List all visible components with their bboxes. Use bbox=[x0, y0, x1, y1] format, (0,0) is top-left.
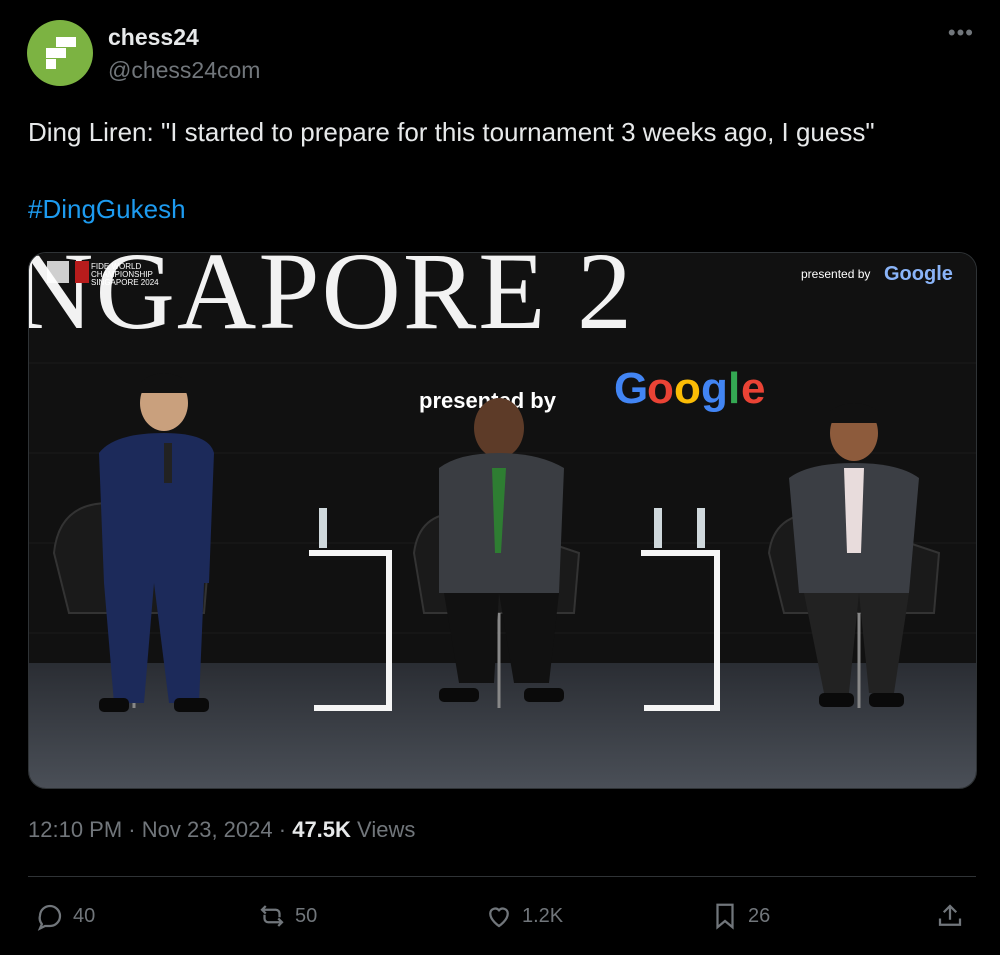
bookmark-icon bbox=[716, 903, 734, 930]
reply-button[interactable]: 40 bbox=[35, 898, 95, 934]
water-bottle bbox=[697, 508, 705, 548]
divider bbox=[28, 876, 976, 877]
svg-text:l: l bbox=[728, 364, 740, 413]
reply-icon bbox=[37, 904, 62, 931]
author-handle[interactable]: @chess24com bbox=[108, 57, 260, 84]
tweet-time[interactable]: 12:10 PM bbox=[28, 817, 122, 842]
tweet-text: Ding Liren: "I started to prepare for th… bbox=[28, 117, 875, 147]
corner-presented: presented by bbox=[801, 267, 870, 281]
fide-logo-icon bbox=[47, 261, 69, 283]
svg-text:o: o bbox=[674, 364, 701, 413]
bookmark-button[interactable]: 26 bbox=[710, 898, 770, 934]
like-button[interactable]: 1.2K bbox=[484, 898, 563, 934]
google-logo: G o o g l e bbox=[614, 364, 765, 413]
more-icon[interactable]: ••• bbox=[948, 20, 974, 46]
like-count: 1.2K bbox=[522, 904, 564, 927]
hashtag-link[interactable]: #DingGukesh bbox=[28, 194, 186, 225]
repost-button[interactable]: 50 bbox=[257, 898, 317, 934]
views-count: 47.5K bbox=[292, 817, 351, 842]
tweet-meta: 12:10 PM · Nov 23, 2024 · 47.5K Views bbox=[28, 817, 416, 842]
tweet-image[interactable]: NGAPORE 2 FIDE WORLD CHAMPIONSHIP SINGAP… bbox=[28, 252, 977, 789]
avatar[interactable] bbox=[27, 20, 93, 86]
svg-text:g: g bbox=[701, 364, 728, 413]
svg-text:G: G bbox=[614, 364, 648, 413]
like-icon bbox=[489, 907, 509, 928]
stage-photo: NGAPORE 2 FIDE WORLD CHAMPIONSHIP SINGAP… bbox=[29, 253, 976, 788]
singapore-logo-icon bbox=[75, 261, 89, 283]
repost-icon bbox=[260, 905, 284, 927]
tweet-date[interactable]: Nov 23, 2024 bbox=[142, 817, 273, 842]
svg-text:o: o bbox=[647, 364, 674, 413]
water-bottle bbox=[319, 508, 327, 548]
share-icon bbox=[938, 904, 962, 926]
corner-event-line3: SINGAPORE 2024 bbox=[91, 278, 159, 287]
corner-brand: Google bbox=[884, 263, 953, 285]
svg-text:e: e bbox=[741, 364, 765, 413]
chess24-logo-icon bbox=[46, 37, 76, 69]
water-bottle bbox=[654, 508, 662, 548]
share-button[interactable] bbox=[935, 898, 965, 934]
repost-count: 50 bbox=[295, 904, 318, 927]
author-name[interactable]: chess24 bbox=[108, 24, 199, 51]
views-label: Views bbox=[357, 817, 416, 842]
reply-count: 40 bbox=[73, 904, 96, 927]
bookmark-count: 26 bbox=[748, 904, 771, 927]
